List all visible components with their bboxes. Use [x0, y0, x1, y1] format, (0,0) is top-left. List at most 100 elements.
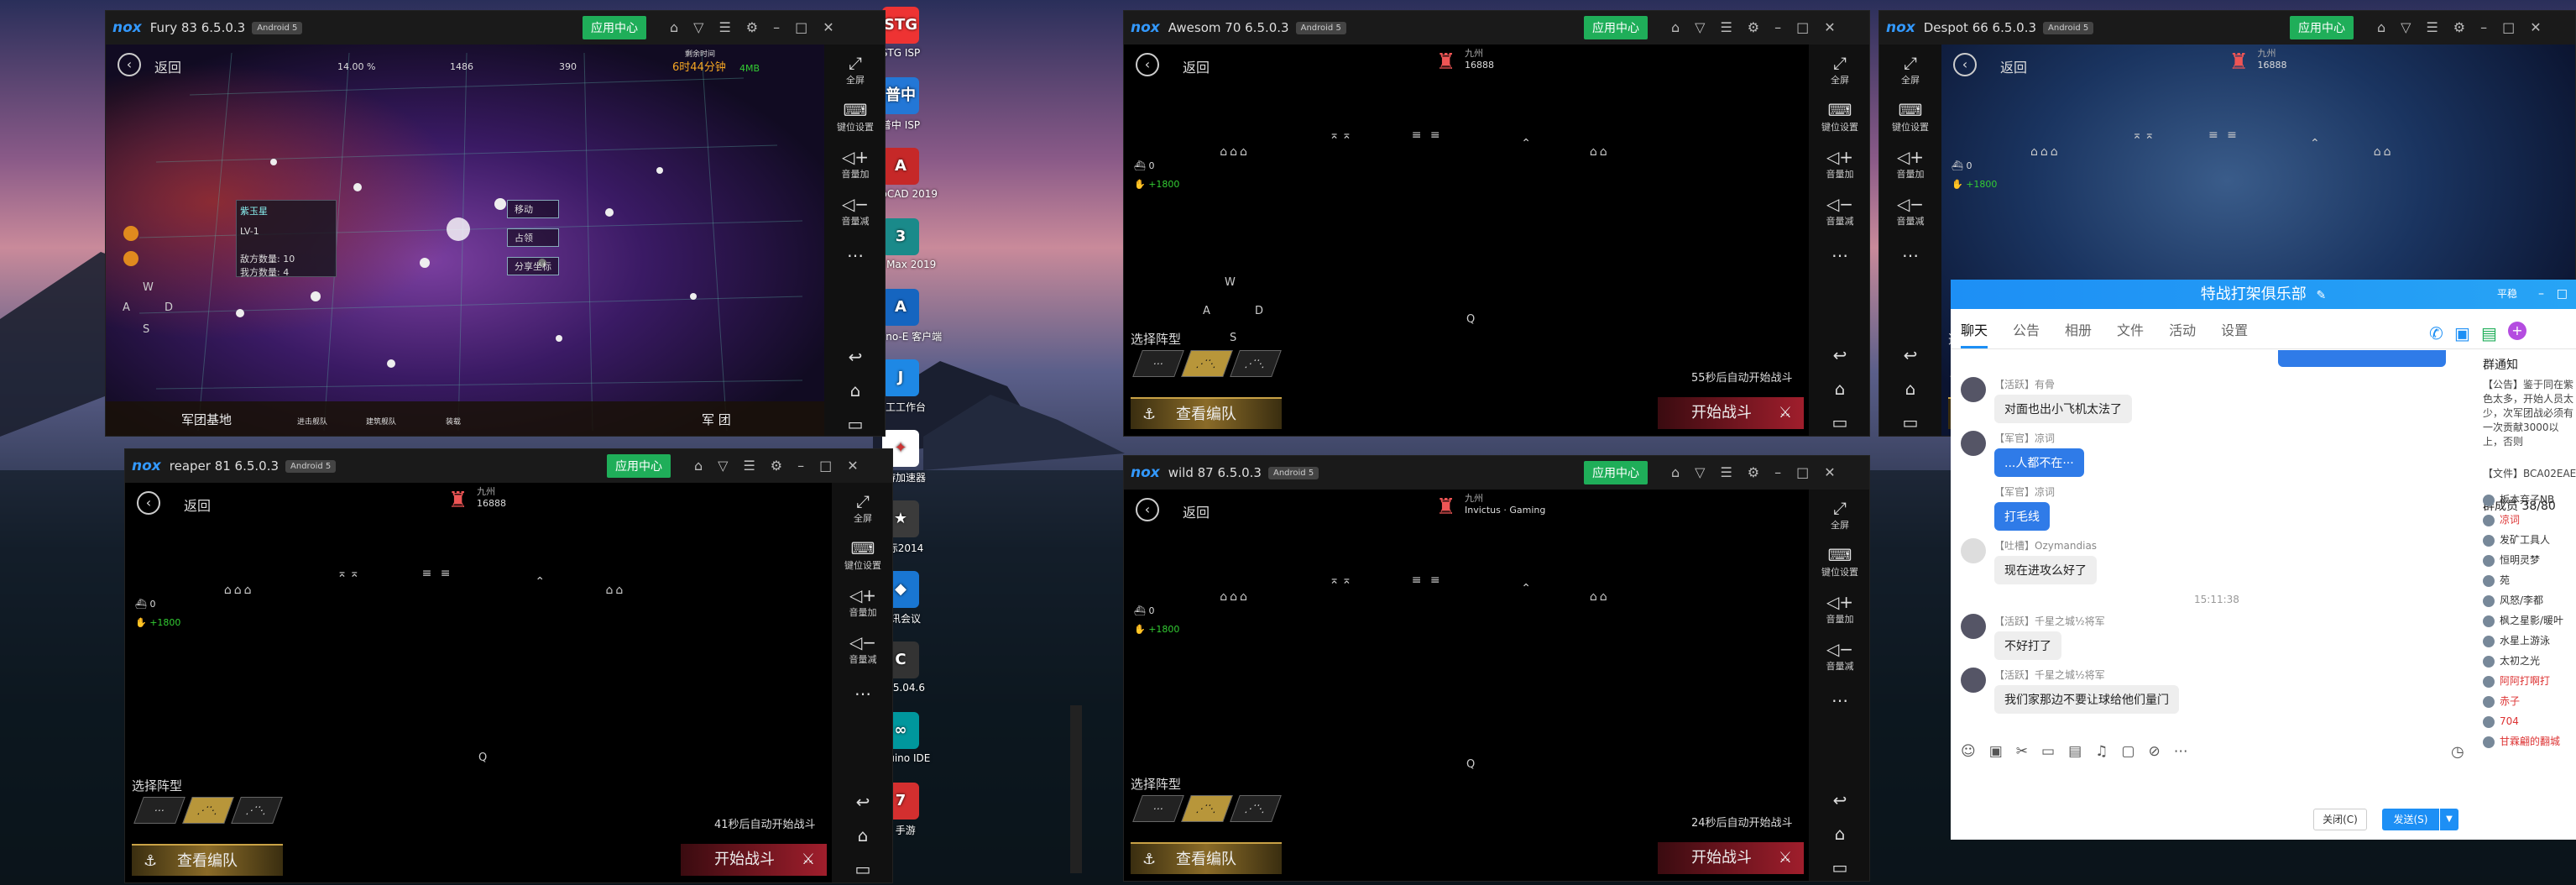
emulator-sidebar[interactable]: ⤢ 全屏 ⌨ 键位设置 ◁+ 音量加 ◁− 音量减 … ↩ ⌂ ▭: [824, 45, 885, 436]
tab-notice[interactable]: 公告: [2013, 319, 2040, 339]
star-menu[interactable]: 移动 占领 分享坐标: [507, 200, 559, 275]
view-team-button[interactable]: ⚓ 查看编队: [1131, 842, 1282, 874]
tab-settings[interactable]: 设置: [2221, 319, 2248, 339]
title-bar[interactable]: nox Awesom 70 6.5.0.3 Android 5 应用中心 ⌂▽☰⚙–□✕: [1124, 11, 1869, 45]
member-item[interactable]: 凉词: [2483, 510, 2576, 530]
title-bar[interactable]: nox reaper 81 6.5.0.3 Android 5 应用中心 ⌂▽☰⚙–□✕: [125, 449, 892, 483]
nav-back-button[interactable]: ↩: [832, 792, 892, 812]
emulator-window-awesom[interactable]: nox Awesom 70 6.5.0.3 Android 5 应用中心 ⌂▽☰⚙–□✕…: [1123, 10, 1870, 437]
history-icon[interactable]: ◷: [2451, 743, 2464, 761]
window-controls[interactable]: ⌂▽☰⚙–□✕: [1671, 19, 1851, 35]
formation-option-selected[interactable]: ⋰⋱: [182, 797, 234, 824]
legion-button[interactable]: 军 团: [702, 411, 731, 428]
fullscreen-button[interactable]: ⤢ 全屏: [1809, 498, 1869, 532]
volume-up-button[interactable]: ◁+ 音量加: [1809, 147, 1869, 181]
message-bubble[interactable]: 我们家那边不要让球给他们量门: [1994, 685, 2179, 714]
emulator-window-wild[interactable]: nox wild 87 6.5.0.3 Android 5 应用中心 ⌂▽☰⚙–□✕ ‹ 返…: [1123, 455, 1870, 882]
tab-files[interactable]: 文件: [2117, 319, 2144, 339]
volume-up-button[interactable]: ◁+ 音量加: [1879, 147, 1941, 181]
title-bar[interactable]: nox Despot 66 6.5.0.3 Android 5 应用中心 ⌂▽☰⚙–□✕: [1879, 11, 2575, 45]
galaxy-map[interactable]: [106, 45, 824, 437]
close-button[interactable]: 关闭(C): [2313, 809, 2367, 830]
nav-recent-button[interactable]: ▭: [832, 859, 892, 879]
add-icon[interactable]: +: [2508, 322, 2526, 340]
formation-option[interactable]: ⋯: [133, 797, 185, 824]
emulator-window-fury[interactable]: nox Fury 83 6.5.0.3 Android 5 应用中心 ⌂▽☰⚙–…: [105, 10, 886, 437]
video-icon[interactable]: ▣: [2454, 323, 2470, 343]
member-item[interactable]: 阿阿打啊打: [2483, 671, 2576, 691]
message-input[interactable]: [1951, 767, 2479, 809]
fullscreen-button[interactable]: ⤢ 全屏: [1879, 53, 1941, 86]
fullscreen-button[interactable]: ⤢ 全屏: [832, 491, 892, 525]
emulator-sidebar[interactable]: ⤢ 全屏 ⌨ 键位设置 ◁+ 音量加 ◁− 音量减 … ↩ ⌂ ▭: [1879, 45, 1941, 436]
member-item[interactable]: 发矿工具人: [2483, 530, 2576, 550]
view-team-button[interactable]: ⚓ 查看编队: [1131, 397, 1282, 429]
nav-back-button[interactable]: ↩: [1809, 790, 1869, 810]
member-item[interactable]: 甘霖翩的翻城: [2483, 731, 2576, 751]
member-list[interactable]: 板本弃子NB 凉词 发矿工具人 恒明灵梦苑风怒/李都 枫之星影/暖叶 水星上游泳 太初之光阿…: [2483, 490, 2576, 751]
fullscreen-button[interactable]: ⤢ 全屏: [1809, 53, 1869, 86]
emulator-sidebar[interactable]: ⤢ 全屏 ⌨ 键位设置 ◁+ 音量加 ◁− 音量减 … ↩ ⌂ ▭: [832, 483, 892, 882]
nav-back-button[interactable]: ↩: [1809, 345, 1869, 365]
member-item[interactable]: 太初之光: [2483, 651, 2576, 671]
chat-top-right[interactable]: 平稳: [2497, 280, 2517, 309]
back-button[interactable]: ‹: [137, 491, 160, 515]
emulator-sidebar[interactable]: ⤢ 全屏 ⌨ 键位设置 ◁+ 音量加 ◁− 音量减 … ↩ ⌂ ▭: [1809, 45, 1869, 436]
keymap-button[interactable]: ⌨ 键位设置: [824, 100, 885, 134]
send-options-button[interactable]: ▼: [2440, 809, 2458, 830]
start-battle-button[interactable]: 开始战斗 ⚔: [1658, 397, 1804, 429]
keymap-button[interactable]: ⌨ 键位设置: [1809, 545, 1869, 579]
input-toolbar[interactable]: ☺▣✂▭▤♫▢⊘⋯: [1961, 743, 2202, 760]
nav-home-button[interactable]: ⌂: [824, 380, 885, 401]
message-area[interactable]: 【活跃】有骨 对面也出小飞机太法了 【军官】凉词 ...人都不在··· 【军官】凉词…: [1951, 350, 2479, 736]
member-item[interactable]: 赤子: [2483, 691, 2576, 711]
nav-home-button[interactable]: ⌂: [832, 825, 892, 846]
edit-title-icon[interactable]: ✎: [2317, 289, 2327, 302]
back-button[interactable]: ‹: [1136, 498, 1159, 521]
nav-recent-button[interactable]: ▭: [1809, 412, 1869, 432]
emulator-window-reaper[interactable]: nox reaper 81 6.5.0.3 Android 5 应用中心 ⌂▽☰⚙–□✕…: [124, 448, 893, 883]
app-center-button[interactable]: 应用中心: [2290, 16, 2354, 39]
member-item[interactable]: 水星上游泳: [2483, 631, 2576, 651]
more-button[interactable]: …: [824, 241, 885, 261]
view-team-button[interactable]: ⚓ 查看编队: [132, 844, 283, 876]
window-controls[interactable]: ⌂▽☰⚙–□✕: [694, 458, 874, 474]
phone-icon[interactable]: ✆: [2429, 323, 2443, 343]
volume-up-button[interactable]: ◁+ 音量加: [1809, 592, 1869, 626]
formation-selector[interactable]: ⋯⋰⋱⋰⋱: [133, 797, 283, 824]
player-info-card[interactable]: 紫玉星 LV-1 敌方数量: 10 我方数量: 4: [236, 200, 337, 278]
formation-option[interactable]: ⋰⋱: [231, 797, 283, 824]
volume-down-button[interactable]: ◁− 音量减: [832, 632, 892, 666]
app-center-button[interactable]: 应用中心: [1584, 16, 1648, 39]
volume-up-button[interactable]: ◁+ 音量加: [832, 585, 892, 619]
window-controls[interactable]: ⌂▽☰⚙–□✕: [1671, 464, 1851, 480]
nav-back-button[interactable]: ↩: [1879, 345, 1941, 365]
nav-recent-button[interactable]: ▭: [824, 414, 885, 434]
volume-down-button[interactable]: ◁− 音量减: [1809, 639, 1869, 673]
window-min-icon[interactable]: –: [2538, 280, 2544, 309]
more-button[interactable]: …: [1809, 686, 1869, 706]
qq-group-chat-window[interactable]: 特战打架俱乐部 ✎ 平稳 – □ 聊天 公告 相册 文件 活动 设置 ✆ ▣ ▤…: [1951, 280, 2576, 840]
fullscreen-button[interactable]: ⤢ 全屏: [824, 53, 885, 86]
nav-recent-button[interactable]: ▭: [1879, 412, 1941, 432]
message-bubble[interactable]: 现在进攻么好了: [1994, 556, 2097, 584]
member-item[interactable]: 风怒/李都: [2483, 590, 2576, 610]
app-center-button[interactable]: 应用中心: [1584, 461, 1648, 484]
back-button[interactable]: ‹: [118, 53, 141, 76]
volume-down-button[interactable]: ◁− 音量减: [1879, 194, 1941, 228]
nav-back-button[interactable]: ↩: [824, 347, 885, 367]
keymap-button[interactable]: ⌨ 键位设置: [1879, 100, 1941, 134]
member-item[interactable]: 704: [2483, 711, 2576, 731]
fleet-tab-2[interactable]: 建筑舰队: [366, 416, 396, 427]
menu-occupy[interactable]: 占领: [507, 228, 559, 247]
back-button[interactable]: ‹: [1953, 53, 1977, 76]
keymap-button[interactable]: ⌨ 键位设置: [1809, 100, 1869, 134]
tab-activity[interactable]: 活动: [2169, 319, 2196, 339]
volume-down-button[interactable]: ◁− 音量减: [1809, 194, 1869, 228]
tab-album[interactable]: 相册: [2065, 319, 2092, 339]
menu-share[interactable]: 分享坐标: [507, 257, 559, 275]
window-controls[interactable]: ⌂▽☰⚙–□✕: [670, 19, 849, 35]
member-item[interactable]: 枫之星影/暖叶: [2483, 610, 2576, 631]
volume-down-button[interactable]: ◁− 音量减: [824, 194, 885, 228]
formation-selector[interactable]: ⋯⋰⋱⋰⋱: [1132, 795, 1282, 822]
